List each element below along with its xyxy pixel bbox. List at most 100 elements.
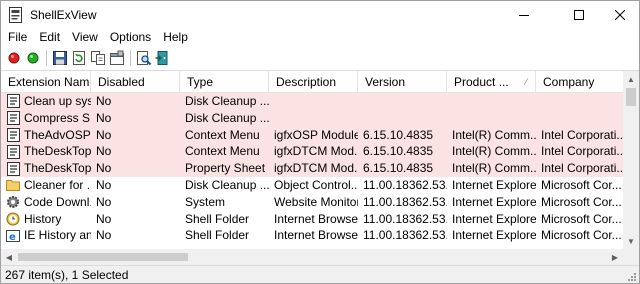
column-header-product-label: Product ...: [454, 75, 509, 89]
cell-name-text: IE History an...: [24, 228, 91, 243]
column-header-extension-name[interactable]: Extension Name: [1, 71, 91, 93]
menu-view[interactable]: View: [66, 29, 104, 46]
cell-description: Object Control...: [274, 177, 358, 192]
cell-company: Microsoft Cor...: [541, 194, 622, 209]
sort-indicator-icon: ⁄: [525, 77, 527, 87]
cell-type: Disk Cleanup ...: [185, 110, 269, 125]
cell-name-text: TheDeskTop...: [24, 161, 91, 176]
minimize-button[interactable]: [501, 1, 547, 29]
cell-company: Intel Corporati...: [541, 127, 623, 142]
table-row[interactable]: TheAdvOSPr... No Context Menu igfxOSP Modul…: [1, 126, 623, 144]
save-button[interactable]: [51, 49, 69, 67]
table-row[interactable]: TheDeskTop... No Context Menu igfxDTCM Mod.…: [1, 143, 623, 161]
cell-description: Internet Browser: [274, 211, 358, 226]
save-icon: [53, 51, 67, 65]
cell-type: Disk Cleanup ...: [185, 177, 269, 192]
table-row[interactable]: Clean up sys... No Disk Cleanup ...: [1, 93, 623, 110]
copy-button[interactable]: [89, 49, 107, 67]
menu-file[interactable]: File: [1, 29, 33, 46]
scroll-right-arrow-icon[interactable]: ▶: [607, 249, 623, 265]
cell-version: [358, 93, 447, 110]
scroll-up-arrow-icon[interactable]: ▲: [623, 71, 639, 87]
menu-bar: File Edit View Options Help: [1, 29, 639, 46]
horizontal-scroll-thumb[interactable]: [18, 253, 188, 261]
app-window: ShellExView File Edit View Options Help: [0, 0, 640, 284]
cell-name-text: Clean up sys...: [24, 94, 91, 108]
enable-selected-button[interactable]: [24, 49, 42, 67]
cell-description: [269, 110, 358, 127]
status-text: 267 item(s), 1 Selected: [5, 268, 129, 282]
column-header-version[interactable]: Version: [358, 71, 447, 93]
cell-company: Microsoft Cor...: [541, 228, 622, 243]
refresh-button[interactable]: [70, 49, 88, 67]
close-button[interactable]: [597, 1, 639, 29]
cell-disabled: No: [96, 211, 112, 226]
extension-icon: [6, 127, 20, 142]
menu-edit[interactable]: Edit: [33, 29, 66, 46]
cell-version: 11.00.18362.53...: [363, 177, 447, 192]
cell-name-text: Code Downl...: [24, 194, 91, 209]
table-row[interactable]: TheDeskTop... No Property Sheet igfxDTCM Mo…: [1, 160, 623, 177]
cell-type: Context Menu: [185, 127, 260, 142]
cell-type: Context Menu: [185, 144, 260, 159]
table-row[interactable]: Cleaner for ... No Disk Cleanup ... Object …: [1, 177, 623, 194]
cell-disabled: No: [96, 194, 112, 209]
cell-disabled: No: [96, 177, 112, 192]
cell-name: TheAdvOSPr...: [1, 127, 91, 144]
table-row[interactable]: History No Shell Folder Internet Browser 11.…: [1, 211, 623, 228]
table-row[interactable]: e IE History an... No Shell Folder Internet …: [1, 227, 623, 244]
cell-description: Internet Browser: [274, 228, 358, 243]
cell-product: Internet Explorer: [452, 228, 536, 243]
vertical-scrollbar[interactable]: ▲ ▼: [623, 71, 639, 265]
scroll-left-arrow-icon[interactable]: ◀: [1, 249, 17, 265]
scroll-down-arrow-icon[interactable]: ▼: [623, 233, 639, 249]
cell-type: Property Sheet: [185, 161, 266, 176]
maximize-icon: [574, 10, 584, 20]
maximize-button[interactable]: [556, 1, 602, 29]
cell-name-text: History: [24, 211, 62, 226]
column-header-company[interactable]: Company: [536, 71, 623, 93]
disable-selected-button[interactable]: [5, 49, 23, 67]
column-header-type[interactable]: Type: [180, 71, 269, 93]
ie-icon: e: [6, 229, 20, 243]
find-button[interactable]: [135, 49, 153, 67]
cell-type: Shell Folder: [185, 211, 250, 226]
refresh-icon: [73, 51, 85, 65]
cell-description: igfxDTCM Mod...: [274, 161, 358, 176]
cell-description: Website Monitor: [274, 194, 358, 209]
exit-button[interactable]: [154, 49, 172, 67]
column-header-description[interactable]: Description: [269, 71, 358, 93]
cell-product: Intel(R) Comm...: [452, 127, 536, 142]
cell-type: Disk Cleanup ...: [185, 94, 269, 108]
window-title: ShellExView: [30, 8, 97, 22]
cell-product: Intel(R) Comm...: [452, 144, 536, 159]
properties-button[interactable]: [108, 49, 126, 67]
column-header-product[interactable]: Product ... ⁄: [447, 71, 536, 93]
menu-help[interactable]: Help: [157, 29, 194, 46]
find-icon: [137, 51, 152, 66]
cell-version: [358, 110, 447, 127]
cell-disabled: No: [96, 228, 112, 243]
cell-name: Cleaner for ...: [1, 177, 91, 194]
vertical-scroll-thumb[interactable]: [626, 88, 636, 106]
extensions-list[interactable]: Extension Name Disabled Type Description…: [1, 71, 639, 265]
cell-name: Clean up sys...: [1, 93, 91, 110]
cell-disabled: No: [96, 127, 112, 142]
cell-name: History: [1, 211, 91, 228]
extension-icon: [6, 161, 20, 176]
cell-product: Internet Explorer: [452, 211, 536, 226]
table-row[interactable]: Compress S... No Disk Cleanup ...: [1, 109, 623, 127]
column-header-disabled[interactable]: Disabled: [91, 71, 180, 93]
extension-icon: [6, 111, 20, 126]
title-bar[interactable]: ShellExView: [1, 1, 639, 29]
table-row[interactable]: Code Downl... No System Website Monitor 11.0…: [1, 194, 623, 211]
list-rows: Clean up sys...NoDisk Cleanup ...Compres…: [1, 93, 623, 244]
gear-icon: [6, 195, 20, 209]
folder-icon: [6, 178, 20, 192]
horizontal-scrollbar[interactable]: ◀ ▶: [1, 249, 623, 265]
cell-name: Compress S...: [1, 110, 91, 127]
cell-version: 11.00.18362.53...: [363, 194, 447, 209]
toolbar: [1, 46, 639, 71]
resize-grip-icon[interactable]: [627, 272, 637, 282]
menu-options[interactable]: Options: [104, 29, 157, 46]
